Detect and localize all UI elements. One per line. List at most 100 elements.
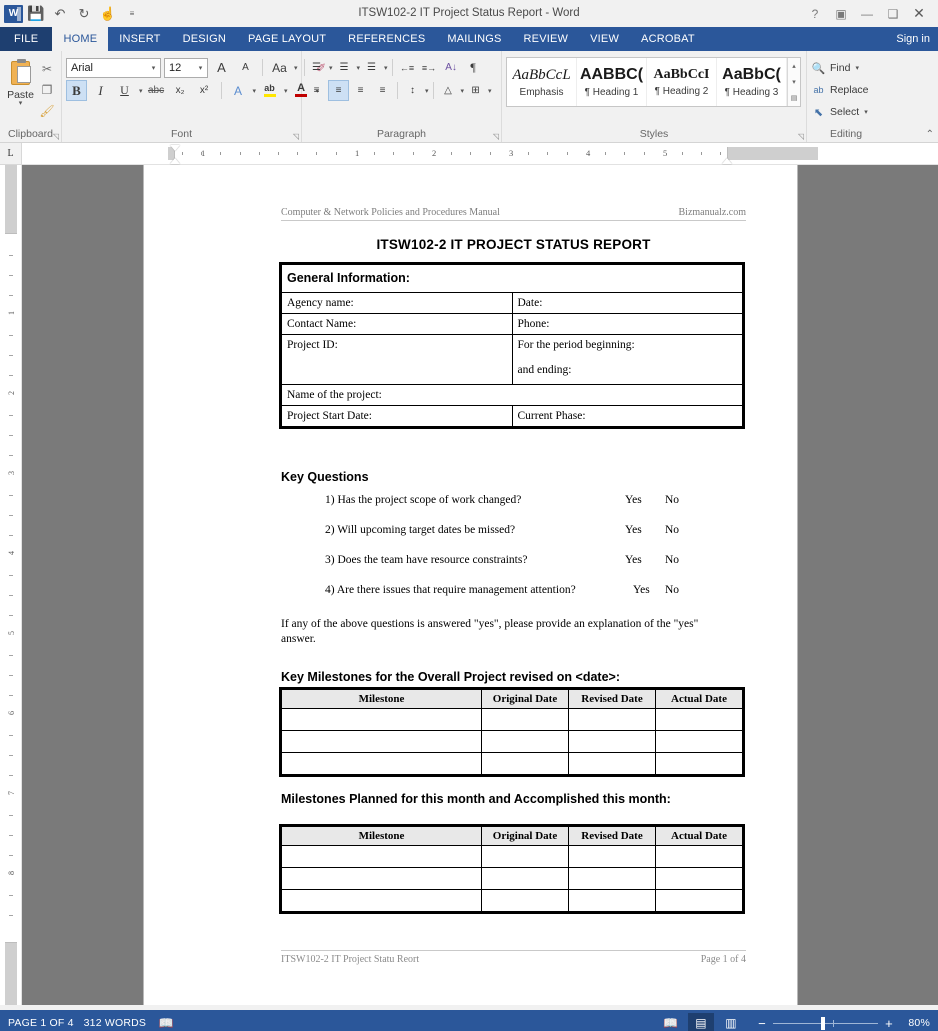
chevron-down-icon[interactable]: ▾ bbox=[19, 101, 23, 107]
style-item-heading-3[interactable]: AaBbC( ¶ Heading 3 bbox=[717, 58, 787, 106]
line-spacing-icon[interactable]: ↕ bbox=[402, 80, 423, 101]
ribbon-display-options-icon[interactable]: ▣ bbox=[828, 3, 854, 25]
close-icon[interactable]: ✕ bbox=[906, 3, 932, 25]
justify-icon[interactable]: ≡ bbox=[372, 80, 393, 101]
cell-revised-date[interactable] bbox=[569, 709, 656, 731]
font-dialog-launcher[interactable]: ◹ bbox=[293, 132, 299, 141]
customize-qat-icon[interactable]: ≡ bbox=[121, 3, 143, 25]
table-row[interactable] bbox=[282, 753, 743, 775]
answer-no[interactable]: No bbox=[665, 524, 695, 536]
help-icon[interactable]: ? bbox=[802, 3, 828, 25]
strikethrough-button[interactable]: abc bbox=[146, 80, 167, 101]
text-effects-icon[interactable]: A bbox=[228, 80, 249, 101]
read-mode-icon[interactable]: 📖 bbox=[658, 1013, 684, 1031]
cell-milestone[interactable] bbox=[282, 890, 482, 912]
chevron-down-icon[interactable]: ▾ bbox=[384, 64, 388, 72]
tab-review[interactable]: REVIEW bbox=[513, 27, 580, 51]
list-item[interactable]: 1) Has the project scope of work changed… bbox=[281, 494, 746, 524]
cell-milestone[interactable] bbox=[282, 846, 482, 868]
tab-insert[interactable]: INSERT bbox=[108, 27, 171, 51]
multilevel-list-icon[interactable]: ☰ bbox=[361, 57, 382, 78]
date-cell[interactable]: Date: bbox=[512, 293, 743, 314]
cell-actual-date[interactable] bbox=[656, 731, 743, 753]
phone-cell[interactable]: Phone: bbox=[512, 314, 743, 335]
align-left-icon[interactable]: ≡ bbox=[306, 80, 327, 101]
chevron-down-icon[interactable]: ▾ bbox=[329, 64, 333, 72]
first-line-indent-marker[interactable] bbox=[170, 145, 180, 151]
word-count[interactable]: 312 WORDS bbox=[84, 1017, 156, 1029]
align-right-icon[interactable]: ≡ bbox=[350, 80, 371, 101]
cell-actual-date[interactable] bbox=[656, 868, 743, 890]
bullets-icon[interactable]: ☰ bbox=[306, 57, 327, 78]
cell-revised-date[interactable] bbox=[569, 753, 656, 775]
table-row[interactable] bbox=[282, 868, 743, 890]
bold-button[interactable]: B bbox=[66, 80, 87, 101]
cell-revised-date[interactable] bbox=[569, 846, 656, 868]
table-row[interactable] bbox=[282, 890, 743, 912]
shading-icon[interactable]: △ bbox=[438, 80, 459, 101]
cell-actual-date[interactable] bbox=[656, 890, 743, 912]
vertical-ruler[interactable]: 1 2 3 4 5 6 7 8 bbox=[0, 165, 22, 1005]
save-icon[interactable]: 💾 bbox=[25, 3, 47, 25]
right-indent-marker[interactable] bbox=[722, 158, 732, 164]
style-item-heading-2[interactable]: AaBbCcI ¶ Heading 2 bbox=[647, 58, 717, 106]
answer-no[interactable]: No bbox=[665, 584, 695, 596]
increase-indent-icon[interactable]: ≡→ bbox=[419, 57, 440, 78]
shrink-font-icon[interactable]: A bbox=[235, 57, 256, 78]
grow-font-icon[interactable]: A bbox=[211, 57, 232, 78]
tab-view[interactable]: VIEW bbox=[579, 27, 630, 51]
italic-button[interactable]: I bbox=[90, 80, 111, 101]
cell-revised-date[interactable] bbox=[569, 868, 656, 890]
answer-yes[interactable]: Yes bbox=[625, 554, 665, 566]
project-start-date-cell[interactable]: Project Start Date: bbox=[282, 406, 513, 427]
cell-original-date[interactable] bbox=[482, 868, 569, 890]
zoom-level[interactable]: 80% bbox=[900, 1017, 930, 1029]
chevron-down-icon[interactable]: ▾ bbox=[253, 87, 257, 95]
chevron-down-icon[interactable]: ▾ bbox=[294, 64, 298, 72]
paragraph-dialog-launcher[interactable]: ◹ bbox=[493, 132, 499, 141]
chevron-down-icon[interactable]: ▾ bbox=[147, 64, 160, 72]
cell-milestone[interactable] bbox=[282, 753, 482, 775]
chevron-down-icon[interactable]: ▾ bbox=[139, 87, 143, 95]
sign-in-link[interactable]: Sign in bbox=[896, 27, 938, 51]
cell-original-date[interactable] bbox=[482, 731, 569, 753]
touch-mouse-mode-icon[interactable]: ☝ bbox=[97, 3, 119, 25]
cell-original-date[interactable] bbox=[482, 846, 569, 868]
period-cell[interactable]: For the period beginning: and ending: bbox=[512, 335, 743, 385]
zoom-slider[interactable]: − + 80% bbox=[748, 1016, 930, 1031]
cell-revised-date[interactable] bbox=[569, 890, 656, 912]
cell-milestone[interactable] bbox=[282, 709, 482, 731]
answer-no[interactable]: No bbox=[665, 494, 695, 506]
cell-actual-date[interactable] bbox=[656, 846, 743, 868]
decrease-indent-icon[interactable]: ←≡ bbox=[397, 57, 418, 78]
chevron-down-icon[interactable]: ▾ bbox=[461, 87, 465, 95]
hanging-indent-marker[interactable] bbox=[170, 158, 180, 164]
contact-name-cell[interactable]: Contact Name: bbox=[282, 314, 513, 335]
text-highlight-color-icon[interactable]: ab bbox=[259, 80, 280, 101]
document-canvas[interactable]: Computer & Network Policies and Procedur… bbox=[22, 165, 938, 1005]
cell-original-date[interactable] bbox=[482, 709, 569, 731]
borders-icon[interactable]: ⊞ bbox=[465, 80, 486, 101]
zoom-out-button[interactable]: − bbox=[756, 1016, 768, 1031]
align-center-icon[interactable]: ≡ bbox=[328, 80, 349, 101]
restore-icon[interactable]: ❑ bbox=[880, 3, 906, 25]
cell-original-date[interactable] bbox=[482, 890, 569, 912]
subscript-button[interactable]: x₂ bbox=[170, 80, 191, 101]
cell-milestone[interactable] bbox=[282, 731, 482, 753]
zoom-in-button[interactable]: + bbox=[883, 1016, 895, 1031]
styles-gallery[interactable]: AaBbCcL Emphasis AABBC( ¶ Heading 1 AaBb… bbox=[506, 57, 801, 107]
font-size-combo[interactable]: 12 ▾ bbox=[164, 58, 208, 78]
table-row[interactable]: Agency name: Date: bbox=[282, 293, 743, 314]
tab-mailings[interactable]: MAILINGS bbox=[436, 27, 512, 51]
cell-actual-date[interactable] bbox=[656, 753, 743, 775]
current-phase-cell[interactable]: Current Phase: bbox=[512, 406, 743, 427]
collapse-ribbon-icon[interactable]: ⌃ bbox=[926, 129, 934, 140]
table-row[interactable]: Project Start Date: Current Phase: bbox=[282, 406, 743, 427]
chevron-down-icon[interactable]: ▾ bbox=[864, 108, 868, 116]
chevron-down-icon[interactable]: ▾ bbox=[855, 64, 859, 72]
minimize-icon[interactable]: — bbox=[854, 3, 880, 25]
more-styles-icon[interactable]: ▤ bbox=[788, 90, 800, 106]
tab-file[interactable]: FILE bbox=[0, 27, 52, 51]
answer-yes[interactable]: Yes bbox=[625, 524, 665, 536]
document-page[interactable]: Computer & Network Policies and Procedur… bbox=[144, 165, 797, 1005]
